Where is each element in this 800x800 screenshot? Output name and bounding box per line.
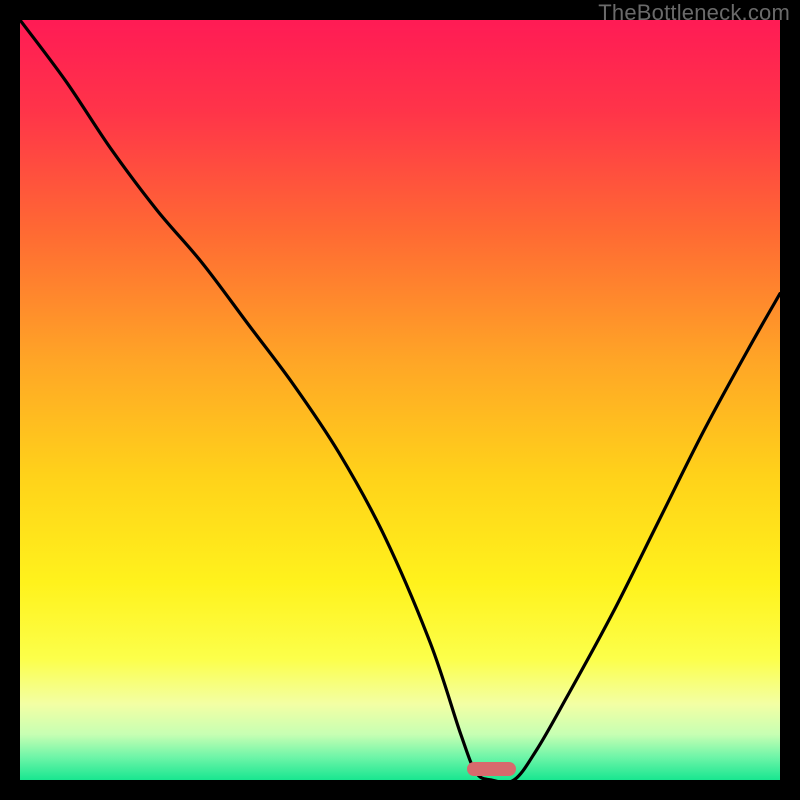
chart-frame: TheBottleneck.com (0, 0, 800, 800)
bottleneck-curve (20, 20, 780, 780)
optimal-marker (467, 762, 516, 776)
plot-area (20, 20, 780, 780)
